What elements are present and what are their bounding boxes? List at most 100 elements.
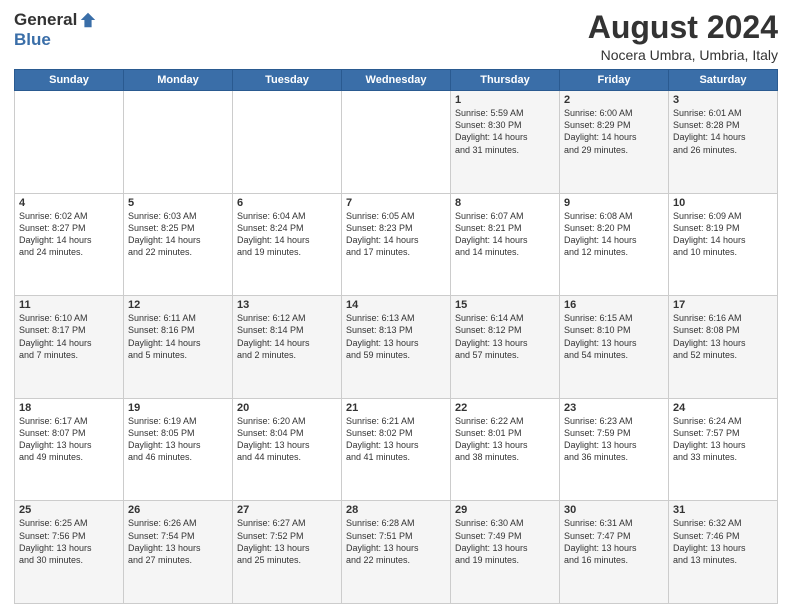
day-number: 22: [455, 402, 555, 414]
day-number: 4: [19, 197, 119, 209]
week-row-2: 4Sunrise: 6:02 AM Sunset: 8:27 PM Daylig…: [15, 193, 778, 296]
day-number: 19: [128, 402, 228, 414]
day-info: Sunrise: 6:27 AM Sunset: 7:52 PM Dayligh…: [237, 517, 337, 566]
day-number: 5: [128, 197, 228, 209]
day-number: 10: [673, 197, 773, 209]
day-number: 3: [673, 94, 773, 106]
logo-general-text: General: [14, 10, 77, 30]
day-cell: 31Sunrise: 6:32 AM Sunset: 7:46 PM Dayli…: [669, 501, 778, 604]
logo: General Blue: [14, 10, 97, 50]
day-info: Sunrise: 6:22 AM Sunset: 8:01 PM Dayligh…: [455, 415, 555, 464]
day-cell: [233, 91, 342, 194]
day-number: 6: [237, 197, 337, 209]
day-cell: 14Sunrise: 6:13 AM Sunset: 8:13 PM Dayli…: [342, 296, 451, 399]
day-number: 20: [237, 402, 337, 414]
day-cell: 1Sunrise: 5:59 AM Sunset: 8:30 PM Daylig…: [451, 91, 560, 194]
day-number: 18: [19, 402, 119, 414]
page: General Blue August 2024 Nocera Umbra, U…: [0, 0, 792, 612]
day-info: Sunrise: 6:25 AM Sunset: 7:56 PM Dayligh…: [19, 517, 119, 566]
day-cell: 20Sunrise: 6:20 AM Sunset: 8:04 PM Dayli…: [233, 398, 342, 501]
day-cell: 30Sunrise: 6:31 AM Sunset: 7:47 PM Dayli…: [560, 501, 669, 604]
day-number: 21: [346, 402, 446, 414]
day-info: Sunrise: 6:10 AM Sunset: 8:17 PM Dayligh…: [19, 312, 119, 361]
day-number: 9: [564, 197, 664, 209]
day-number: 8: [455, 197, 555, 209]
day-info: Sunrise: 6:04 AM Sunset: 8:24 PM Dayligh…: [237, 210, 337, 259]
day-info: Sunrise: 6:09 AM Sunset: 8:19 PM Dayligh…: [673, 210, 773, 259]
day-number: 16: [564, 299, 664, 311]
calendar: SundayMondayTuesdayWednesdayThursdayFrid…: [14, 69, 778, 604]
day-info: Sunrise: 6:24 AM Sunset: 7:57 PM Dayligh…: [673, 415, 773, 464]
logo-icon: [79, 11, 97, 29]
day-cell: 13Sunrise: 6:12 AM Sunset: 8:14 PM Dayli…: [233, 296, 342, 399]
calendar-title: August 2024: [588, 10, 778, 45]
day-number: 28: [346, 504, 446, 516]
day-info: Sunrise: 6:05 AM Sunset: 8:23 PM Dayligh…: [346, 210, 446, 259]
day-cell: 19Sunrise: 6:19 AM Sunset: 8:05 PM Dayli…: [124, 398, 233, 501]
day-info: Sunrise: 6:03 AM Sunset: 8:25 PM Dayligh…: [128, 210, 228, 259]
day-number: 24: [673, 402, 773, 414]
day-cell: 16Sunrise: 6:15 AM Sunset: 8:10 PM Dayli…: [560, 296, 669, 399]
day-info: Sunrise: 6:00 AM Sunset: 8:29 PM Dayligh…: [564, 107, 664, 156]
day-info: Sunrise: 6:11 AM Sunset: 8:16 PM Dayligh…: [128, 312, 228, 361]
day-number: 29: [455, 504, 555, 516]
day-info: Sunrise: 6:16 AM Sunset: 8:08 PM Dayligh…: [673, 312, 773, 361]
day-cell: [15, 91, 124, 194]
day-info: Sunrise: 6:02 AM Sunset: 8:27 PM Dayligh…: [19, 210, 119, 259]
day-cell: 27Sunrise: 6:27 AM Sunset: 7:52 PM Dayli…: [233, 501, 342, 604]
day-cell: 3Sunrise: 6:01 AM Sunset: 8:28 PM Daylig…: [669, 91, 778, 194]
title-block: August 2024 Nocera Umbra, Umbria, Italy: [588, 10, 778, 63]
day-cell: 23Sunrise: 6:23 AM Sunset: 7:59 PM Dayli…: [560, 398, 669, 501]
header-day-friday: Friday: [560, 70, 669, 91]
day-number: 2: [564, 94, 664, 106]
day-info: Sunrise: 6:01 AM Sunset: 8:28 PM Dayligh…: [673, 107, 773, 156]
day-cell: 22Sunrise: 6:22 AM Sunset: 8:01 PM Dayli…: [451, 398, 560, 501]
calendar-subtitle: Nocera Umbra, Umbria, Italy: [588, 47, 778, 63]
day-info: Sunrise: 5:59 AM Sunset: 8:30 PM Dayligh…: [455, 107, 555, 156]
header-day-sunday: Sunday: [15, 70, 124, 91]
day-cell: 29Sunrise: 6:30 AM Sunset: 7:49 PM Dayli…: [451, 501, 560, 604]
day-cell: 6Sunrise: 6:04 AM Sunset: 8:24 PM Daylig…: [233, 193, 342, 296]
day-cell: 7Sunrise: 6:05 AM Sunset: 8:23 PM Daylig…: [342, 193, 451, 296]
day-info: Sunrise: 6:12 AM Sunset: 8:14 PM Dayligh…: [237, 312, 337, 361]
day-cell: 21Sunrise: 6:21 AM Sunset: 8:02 PM Dayli…: [342, 398, 451, 501]
day-number: 13: [237, 299, 337, 311]
day-cell: 26Sunrise: 6:26 AM Sunset: 7:54 PM Dayli…: [124, 501, 233, 604]
week-row-1: 1Sunrise: 5:59 AM Sunset: 8:30 PM Daylig…: [15, 91, 778, 194]
day-cell: 9Sunrise: 6:08 AM Sunset: 8:20 PM Daylig…: [560, 193, 669, 296]
day-number: 17: [673, 299, 773, 311]
logo-blue-text: Blue: [14, 30, 51, 50]
day-info: Sunrise: 6:32 AM Sunset: 7:46 PM Dayligh…: [673, 517, 773, 566]
day-info: Sunrise: 6:17 AM Sunset: 8:07 PM Dayligh…: [19, 415, 119, 464]
day-number: 14: [346, 299, 446, 311]
day-cell: [342, 91, 451, 194]
day-info: Sunrise: 6:28 AM Sunset: 7:51 PM Dayligh…: [346, 517, 446, 566]
day-cell: 24Sunrise: 6:24 AM Sunset: 7:57 PM Dayli…: [669, 398, 778, 501]
day-cell: 17Sunrise: 6:16 AM Sunset: 8:08 PM Dayli…: [669, 296, 778, 399]
day-info: Sunrise: 6:26 AM Sunset: 7:54 PM Dayligh…: [128, 517, 228, 566]
day-cell: 5Sunrise: 6:03 AM Sunset: 8:25 PM Daylig…: [124, 193, 233, 296]
day-cell: 18Sunrise: 6:17 AM Sunset: 8:07 PM Dayli…: [15, 398, 124, 501]
day-info: Sunrise: 6:13 AM Sunset: 8:13 PM Dayligh…: [346, 312, 446, 361]
calendar-body: 1Sunrise: 5:59 AM Sunset: 8:30 PM Daylig…: [15, 91, 778, 604]
calendar-header: SundayMondayTuesdayWednesdayThursdayFrid…: [15, 70, 778, 91]
day-cell: 25Sunrise: 6:25 AM Sunset: 7:56 PM Dayli…: [15, 501, 124, 604]
day-info: Sunrise: 6:08 AM Sunset: 8:20 PM Dayligh…: [564, 210, 664, 259]
day-info: Sunrise: 6:15 AM Sunset: 8:10 PM Dayligh…: [564, 312, 664, 361]
day-number: 15: [455, 299, 555, 311]
week-row-3: 11Sunrise: 6:10 AM Sunset: 8:17 PM Dayli…: [15, 296, 778, 399]
day-number: 1: [455, 94, 555, 106]
day-info: Sunrise: 6:23 AM Sunset: 7:59 PM Dayligh…: [564, 415, 664, 464]
calendar-table: SundayMondayTuesdayWednesdayThursdayFrid…: [14, 69, 778, 604]
day-info: Sunrise: 6:07 AM Sunset: 8:21 PM Dayligh…: [455, 210, 555, 259]
header-day-saturday: Saturday: [669, 70, 778, 91]
day-cell: 11Sunrise: 6:10 AM Sunset: 8:17 PM Dayli…: [15, 296, 124, 399]
header-day-monday: Monday: [124, 70, 233, 91]
day-cell: 8Sunrise: 6:07 AM Sunset: 8:21 PM Daylig…: [451, 193, 560, 296]
day-number: 27: [237, 504, 337, 516]
day-number: 7: [346, 197, 446, 209]
day-cell: 15Sunrise: 6:14 AM Sunset: 8:12 PM Dayli…: [451, 296, 560, 399]
day-info: Sunrise: 6:21 AM Sunset: 8:02 PM Dayligh…: [346, 415, 446, 464]
day-number: 31: [673, 504, 773, 516]
day-cell: 10Sunrise: 6:09 AM Sunset: 8:19 PM Dayli…: [669, 193, 778, 296]
